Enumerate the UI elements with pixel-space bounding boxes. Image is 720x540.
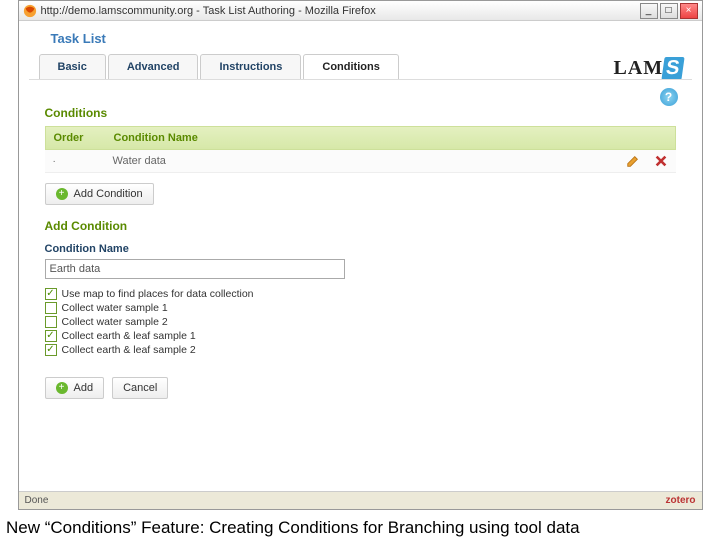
tab-advanced[interactable]: Advanced [108,54,199,79]
add-label: Add [74,382,94,394]
cell-name: Water data [113,155,626,167]
lams-logo: LAMS [613,57,683,80]
conditions-heading: Conditions [45,106,676,120]
task-checklist: Use map to find places for data collecti… [45,287,676,357]
titlebar: http://demo.lamscommunity.org - Task Lis… [19,1,702,21]
content-area: Task List LAMS Basic Advanced Instructio… [19,21,702,491]
checkbox[interactable] [45,288,57,300]
window-title: http://demo.lamscommunity.org - Task Lis… [41,5,640,17]
cell-order: · [53,156,113,167]
list-item: Collect water sample 2 [45,315,676,329]
help-icon[interactable]: ? [660,88,678,106]
checkbox[interactable] [45,302,57,314]
table-row: · Water data [45,150,676,173]
zotero-badge[interactable]: zotero [666,495,696,506]
form-buttons: + Add Cancel [45,367,676,399]
add-condition-label: Add Condition [74,188,143,200]
task-label: Use map to find places for data collecti… [62,288,254,300]
cancel-button[interactable]: Cancel [112,377,168,399]
task-label: Collect earth & leaf sample 2 [62,344,196,356]
col-order: Order [46,127,106,149]
statusbar: Done zotero [19,491,702,509]
conditions-table-header: Order Condition Name [45,126,676,150]
status-text: Done [25,495,49,506]
plus-icon: + [56,188,68,200]
plus-icon: + [56,382,68,394]
task-label: Collect water sample 1 [62,302,168,314]
list-item: Collect earth & leaf sample 2 [45,343,676,357]
logo-left: LAM [613,57,663,79]
close-button[interactable]: × [680,3,698,19]
page-title: Task List [51,31,692,46]
checkbox[interactable] [45,330,57,342]
tab-basic[interactable]: Basic [39,54,106,79]
col-condition-name: Condition Name [106,127,675,149]
tab-instructions[interactable]: Instructions [200,54,301,79]
tabs: Basic Advanced Instructions Conditions [39,54,692,79]
maximize-button[interactable]: □ [660,3,678,19]
cancel-label: Cancel [123,382,157,394]
list-item: Use map to find places for data collecti… [45,287,676,301]
task-label: Collect water sample 2 [62,316,168,328]
row-actions [626,154,668,168]
browser-window: http://demo.lamscommunity.org - Task Lis… [18,0,703,510]
condition-name-input[interactable] [45,259,345,279]
delete-icon[interactable] [654,154,668,168]
condition-name-label: Condition Name [45,243,676,255]
window-controls: _ □ × [640,3,698,19]
slide-caption: New “Conditions” Feature: Creating Condi… [6,518,714,538]
checkbox[interactable] [45,344,57,356]
list-item: Collect water sample 1 [45,301,676,315]
minimize-button[interactable]: _ [640,3,658,19]
firefox-icon [23,4,37,18]
tab-conditions[interactable]: Conditions [303,54,398,79]
task-label: Collect earth & leaf sample 1 [62,330,196,342]
add-condition-heading: Add Condition [45,219,676,233]
checkbox[interactable] [45,316,57,328]
list-item: Collect earth & leaf sample 1 [45,329,676,343]
edit-icon[interactable] [626,154,640,168]
add-button[interactable]: + Add [45,377,105,399]
add-condition-button[interactable]: + Add Condition [45,183,154,205]
logo-right: S [662,57,686,80]
conditions-panel: ? Conditions Order Condition Name · Wate… [29,79,692,399]
